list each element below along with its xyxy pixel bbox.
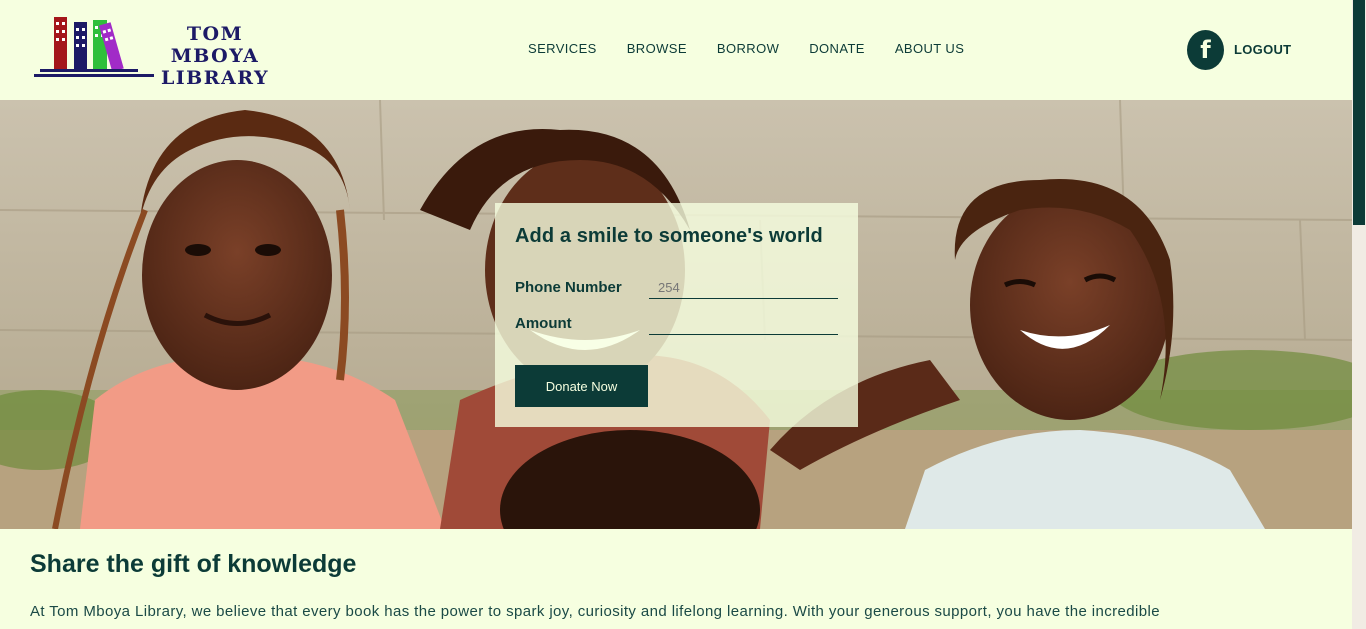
phone-label: Phone Number xyxy=(515,279,622,296)
amount-label: Amount xyxy=(515,315,572,332)
amount-input[interactable] xyxy=(649,313,838,335)
logo-text: TOM MBOYA LIBRARY xyxy=(146,23,284,89)
logo-line-2: LIBRARY xyxy=(160,67,270,89)
hero-banner: Add a smile to someone's world Phone Num… xyxy=(0,100,1352,529)
section-title: Share the gift of knowledge xyxy=(30,550,357,578)
donate-now-button[interactable]: Donate Now xyxy=(515,365,648,407)
phone-number-input[interactable] xyxy=(649,277,838,299)
scrollbar-thumb[interactable] xyxy=(1353,0,1365,225)
donation-form: Add a smile to someone's world Phone Num… xyxy=(495,203,858,427)
logout-link[interactable]: LOGOUT xyxy=(1234,42,1291,57)
main-nav: SERVICES BROWSE BORROW DONATE ABOUT US xyxy=(513,41,979,56)
amount-field-row: Amount xyxy=(515,313,838,339)
site-header: TOM MBOYA LIBRARY SERVICES BROWSE BORROW… xyxy=(0,0,1352,100)
donation-form-title: Add a smile to someone's world xyxy=(515,225,823,247)
nav-donate[interactable]: DONATE xyxy=(794,41,880,56)
books-icon xyxy=(34,17,154,77)
nav-browse[interactable]: BROWSE xyxy=(612,41,702,56)
nav-about-us[interactable]: ABOUT US xyxy=(880,41,979,56)
logo[interactable]: TOM MBOYA LIBRARY xyxy=(34,14,284,89)
nav-services[interactable]: SERVICES xyxy=(513,41,612,56)
facebook-icon[interactable]: f xyxy=(1187,30,1224,70)
page-scrollbar[interactable] xyxy=(1352,0,1366,629)
logo-line-1: TOM MBOYA xyxy=(170,23,260,67)
phone-field-row: Phone Number xyxy=(515,277,838,303)
section-text: At Tom Mboya Library, we believe that ev… xyxy=(30,603,1160,620)
nav-borrow[interactable]: BORROW xyxy=(702,41,794,56)
